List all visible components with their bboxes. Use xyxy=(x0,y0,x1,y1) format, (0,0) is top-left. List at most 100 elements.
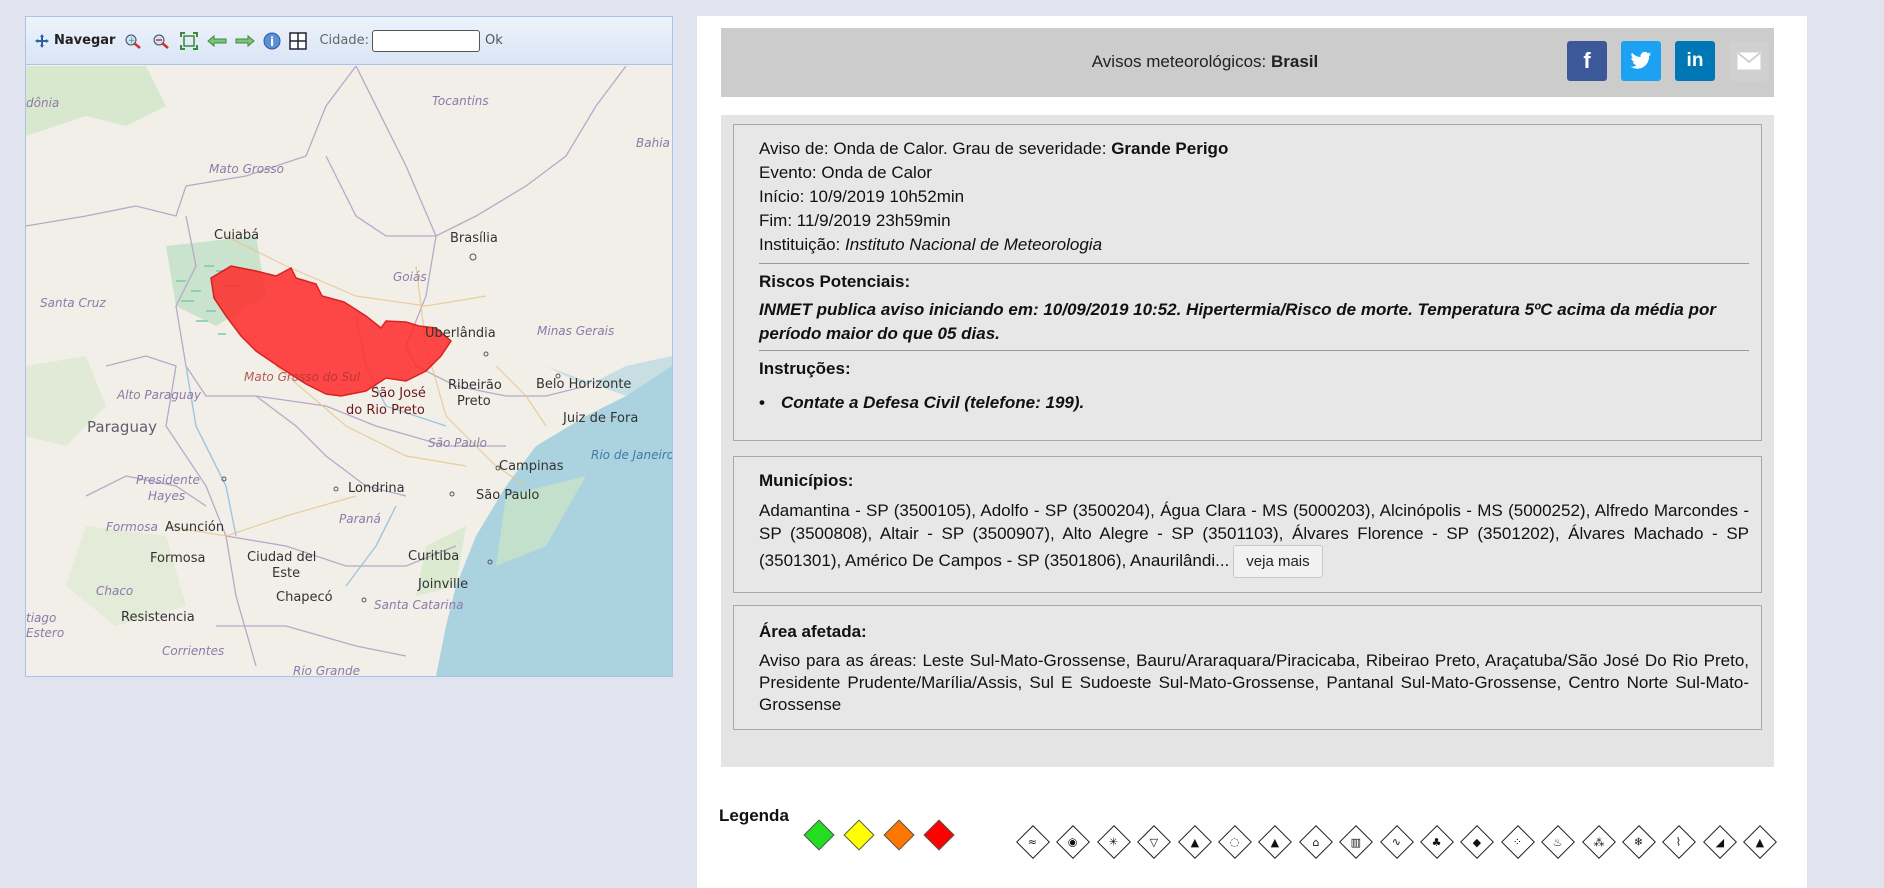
dry-air-icon-glyph: ▽ xyxy=(1149,835,1159,849)
instrucao-text: Contate a Defesa Civil (telefone: 199). xyxy=(781,393,1085,412)
thunderstorm-icon-glyph: ◆ xyxy=(1473,835,1482,849)
forward-button[interactable] xyxy=(235,34,256,48)
rain-icon-glyph: ▲ xyxy=(1271,835,1280,849)
map-label-cuiaba: Cuiabá xyxy=(214,228,260,243)
inicio-line: Início: 10/9/2019 10h52min xyxy=(759,187,965,206)
map-label-juiz-de-fora: Juiz de Fora xyxy=(563,411,639,426)
map-label-corrientes: Corrientes xyxy=(162,644,225,658)
back-button[interactable] xyxy=(207,34,227,48)
email-icon xyxy=(1737,52,1761,70)
email-share-button[interactable] xyxy=(1729,41,1769,81)
riscos-title: Riscos Potenciais: xyxy=(759,272,911,291)
map-label-minas-gerais: Minas Gerais xyxy=(537,324,615,338)
arrow-left-icon xyxy=(207,34,227,47)
storm-surge-icon[interactable]: ◉ xyxy=(1056,825,1091,859)
content-area: Aviso de: Onda de Calor. Grau de severid… xyxy=(721,115,1774,767)
navegar-button[interactable]: Navegar xyxy=(34,33,115,49)
instituicao-value: Instituto Nacional de Meteorologia xyxy=(845,235,1103,254)
instrucoes-title: Instruções: xyxy=(759,359,851,378)
area-text: Aviso para as áreas: Leste Sul-Mato-Gros… xyxy=(759,651,1749,714)
tsunami-icon-glyph: ◢ xyxy=(1715,835,1725,849)
coastal-wind-icon[interactable]: ∿ xyxy=(1379,825,1414,859)
fim-line: Fim: 11/9/2019 23h59min xyxy=(759,211,951,230)
info-button[interactable]: i xyxy=(263,32,281,50)
full-extent-button[interactable] xyxy=(179,31,199,51)
map-label-sao-paulo-state: São Paulo xyxy=(428,436,487,450)
tsunami-icon[interactable]: ◢ xyxy=(1702,825,1737,859)
volcano-icon[interactable]: ▲ xyxy=(1743,825,1778,859)
map-label-curitiba: Curitiba xyxy=(408,549,460,564)
heavy-rain-icon-glyph: ▲ xyxy=(1190,835,1199,849)
zoom-out-icon xyxy=(153,34,170,49)
instituicao-prefix: Instituição: xyxy=(759,235,845,254)
twitter-share-button[interactable] xyxy=(1621,41,1661,81)
facebook-share-button[interactable]: f xyxy=(1567,41,1607,81)
svg-text:i: i xyxy=(270,35,274,49)
fire-icon[interactable]: ♨ xyxy=(1541,825,1576,859)
linkedin-icon: in xyxy=(1686,50,1704,71)
map-label-chaco: Chaco xyxy=(96,584,134,598)
map-label-formosa: Formosa xyxy=(150,551,206,566)
low-humidity-icon[interactable]: ▥ xyxy=(1339,825,1374,859)
grid-icon xyxy=(289,31,308,50)
fog-icon[interactable]: ◌ xyxy=(1218,825,1252,859)
map-label-belo-horizonte: Belo Horizonte xyxy=(536,377,632,392)
map-label-asuncion: Asunción xyxy=(165,520,225,535)
map-label-joinville: Joinville xyxy=(418,577,469,592)
instrucao-item: • Contate a Defesa Civil (telefone: 199)… xyxy=(759,391,1749,415)
dry-air-icon[interactable]: ▽ xyxy=(1137,825,1172,859)
thunderstorm-icon[interactable]: ◆ xyxy=(1460,825,1495,859)
map-label-bahia: Bahia xyxy=(636,136,670,150)
municipios-text: Adamantina - SP (3500105), Adolfo - SP (… xyxy=(759,499,1749,578)
zoom-in-button[interactable]: + xyxy=(123,32,143,50)
linkedin-share-button[interactable]: in xyxy=(1675,41,1715,81)
grid-button[interactable] xyxy=(289,31,308,50)
map-label-rio-de-janeiro: Rio de Janeiro xyxy=(591,448,672,462)
municipios-box: Municípios: Adamantina - SP (3500105), A… xyxy=(733,456,1762,593)
map-label-santa-cruz: Santa Cruz xyxy=(40,296,106,310)
rain-icon[interactable]: ▲ xyxy=(1258,825,1293,859)
map-label-santiago: tiago xyxy=(26,611,57,625)
low-humidity-icon-glyph: ▥ xyxy=(1350,835,1362,849)
storm-surge-icon-glyph: ◉ xyxy=(1068,835,1079,849)
navegar-label: Navegar xyxy=(54,33,116,48)
map-label-sao-paulo: São Paulo xyxy=(476,488,540,503)
fog-icon-glyph: ◌ xyxy=(1230,835,1240,849)
legend-title: Legenda xyxy=(719,806,789,825)
snow-icon[interactable]: ✳ xyxy=(1096,825,1131,859)
map-label-mato-grosso: Mato Grosso xyxy=(209,162,284,176)
map-label-parana: Paraná xyxy=(339,512,381,526)
alert-panel: Avisos meteorológicos: Brasil f in Aviso… xyxy=(697,16,1807,888)
heavy-rain-icon[interactable]: ▲ xyxy=(1177,825,1212,859)
map-canvas[interactable]: dônia Tocantins Bahia Mato Grosso Cuiabá… xyxy=(26,66,672,676)
evento-line: Evento: Onda de Calor xyxy=(759,163,932,182)
cold-wave-icon[interactable]: ❄ xyxy=(1622,825,1656,859)
pollen-icon[interactable]: ⁂ xyxy=(1581,825,1616,859)
map-label-campinas: Campinas xyxy=(499,459,564,474)
full-extent-icon xyxy=(180,31,199,50)
frost-icon[interactable]: ≈ xyxy=(1016,825,1050,859)
snow-icon-glyph: ✳ xyxy=(1109,835,1119,849)
cidade-input[interactable] xyxy=(371,29,480,52)
pollen-icon-glyph: ⁂ xyxy=(1593,835,1605,849)
zoom-out-button[interactable] xyxy=(151,32,171,50)
map-label-resistencia: Resistencia xyxy=(121,610,195,625)
map-label-paraguay: Paraguay xyxy=(87,418,158,436)
severity-legend-swatch xyxy=(843,819,875,851)
aviso-line: Aviso de: Onda de Calor. Grau de severid… xyxy=(759,137,1749,161)
ok-button[interactable]: Ok xyxy=(485,33,503,48)
map-panel: Navegar + i Cidade: Ok dônia Tocantins B… xyxy=(25,16,673,677)
map-label-alto-paraguay: Alto Paraguay xyxy=(117,388,201,402)
landslide-icon[interactable]: ⌂ xyxy=(1298,825,1333,859)
wind-icon[interactable]: ♣ xyxy=(1420,825,1454,859)
arrow-right-icon xyxy=(235,34,256,47)
hail-icon[interactable]: ⁘ xyxy=(1500,825,1535,859)
cold-wave-icon-glyph: ❄ xyxy=(1634,835,1644,849)
heat-wave-icon[interactable]: ⌇ xyxy=(1662,825,1697,859)
veja-mais-button[interactable]: veja mais xyxy=(1233,545,1323,578)
info-icon: i xyxy=(263,32,281,49)
hail-icon-glyph: ⁘ xyxy=(1513,835,1523,849)
riscos-text: INMET publica aviso iniciando em: 10/09/… xyxy=(759,300,1716,343)
fire-icon-glyph: ♨ xyxy=(1553,835,1564,849)
map-label-tocantins: Tocantins xyxy=(432,94,489,108)
